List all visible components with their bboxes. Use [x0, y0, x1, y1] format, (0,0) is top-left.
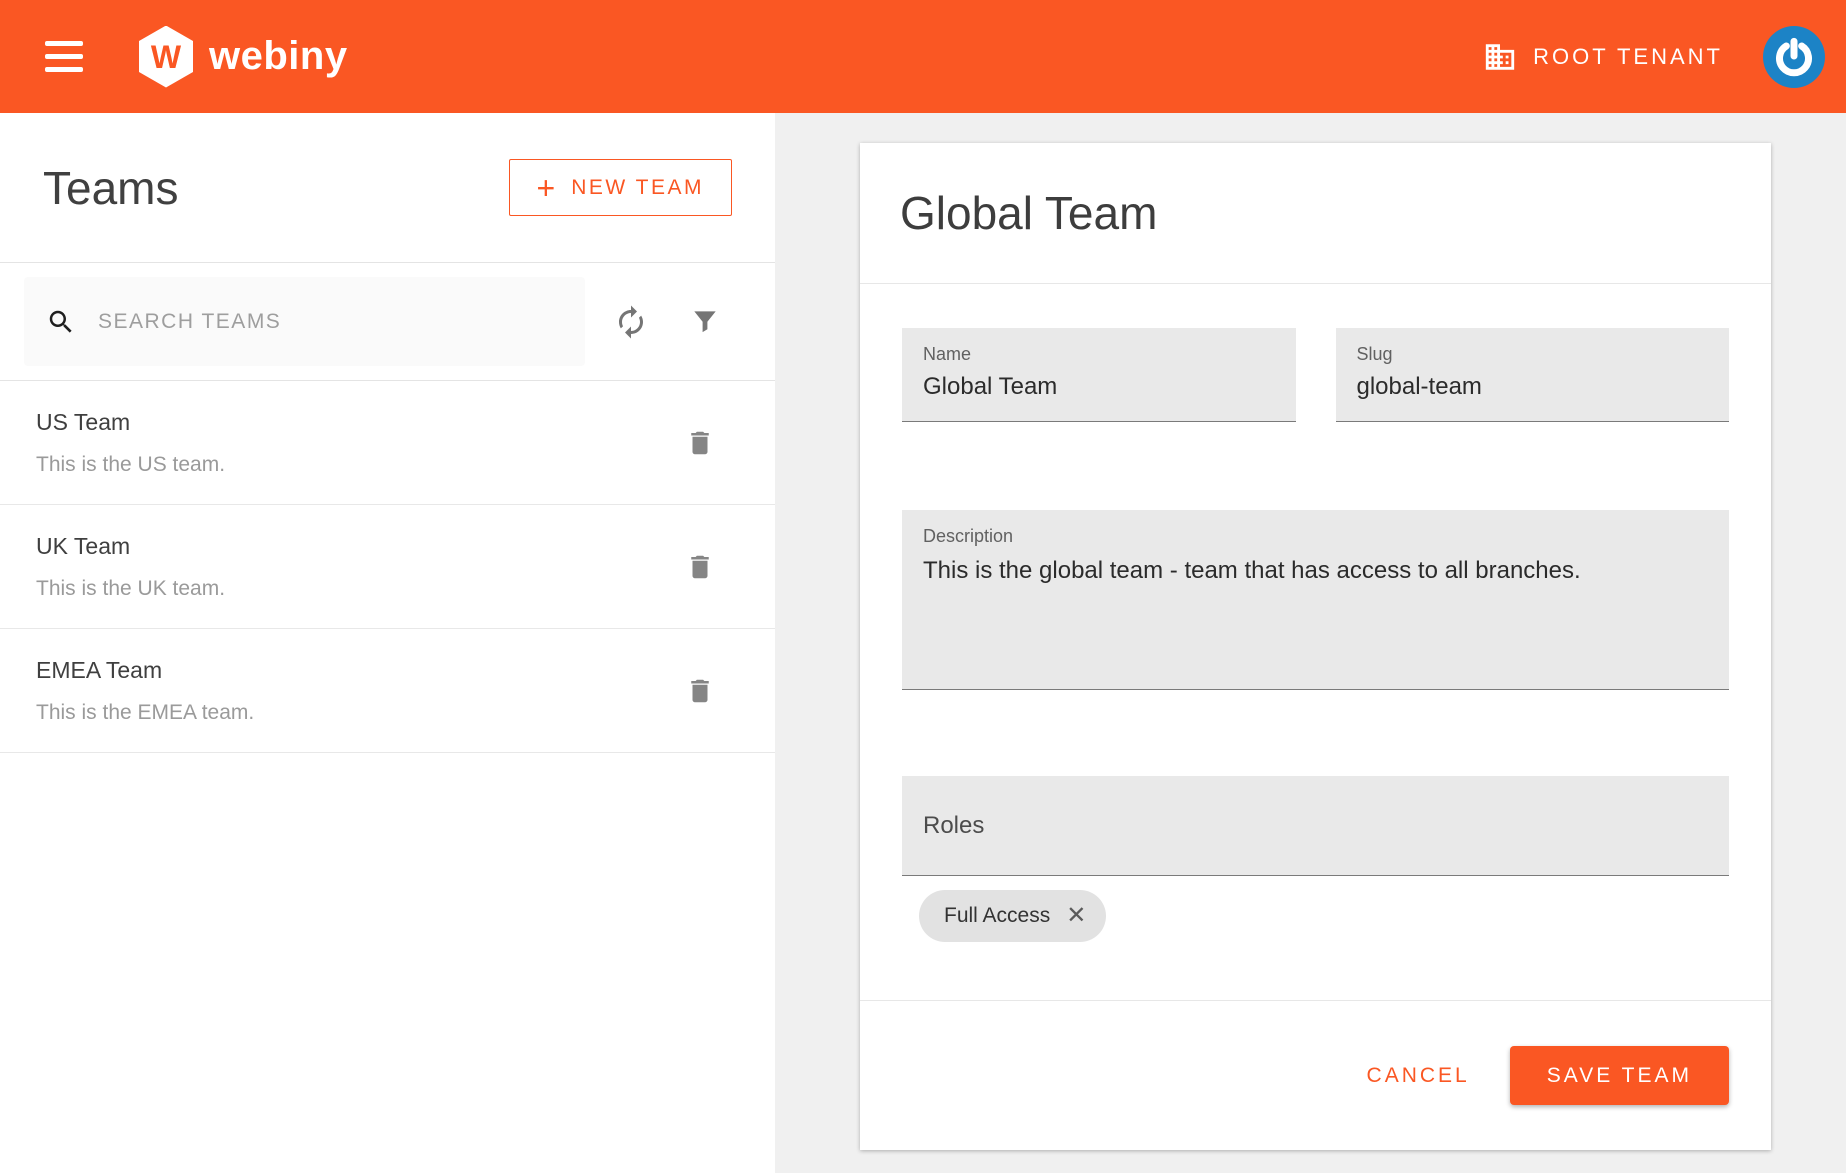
delete-team-button[interactable] [685, 550, 715, 584]
team-name: EMEA Team [36, 657, 254, 684]
search-icon [46, 307, 76, 337]
trash-icon [685, 550, 715, 584]
slug-field-label: Slug [1357, 344, 1709, 365]
refresh-button[interactable] [613, 304, 649, 340]
new-team-button[interactable]: + NEW TEAM [509, 159, 732, 216]
role-chip-full-access[interactable]: Full Access ✕ [919, 890, 1106, 942]
hamburger-menu-icon[interactable] [45, 41, 83, 72]
team-row-texts: EMEA Team This is the EMEA team. [36, 657, 254, 725]
content-area: Global Team Name Slug Description This i… [775, 113, 1846, 1173]
cancel-button[interactable]: CANCEL [1355, 1064, 1482, 1088]
team-row-texts: UK Team This is the UK team. [36, 533, 225, 601]
team-row-texts: US Team This is the US team. [36, 409, 225, 477]
team-name: UK Team [36, 533, 225, 560]
name-field-label: Name [923, 344, 1275, 365]
team-form-card: Global Team Name Slug Description This i… [860, 143, 1771, 1150]
app-root: W webiny ROOT TENANT Teams + NEW TEAM [0, 0, 1846, 1173]
trash-icon [685, 674, 715, 708]
webiny-hexagon-icon: W [139, 26, 193, 88]
refresh-icon [613, 304, 649, 340]
search-box [24, 277, 585, 366]
building-icon [1483, 40, 1517, 74]
name-slug-row: Name Slug [902, 328, 1729, 422]
team-row-emea[interactable]: EMEA Team This is the EMEA team. [0, 629, 775, 753]
brand-wordmark: webiny [209, 34, 348, 79]
team-description: This is the US team. [36, 453, 225, 477]
slug-field[interactable]: Slug [1336, 328, 1730, 422]
close-icon: ✕ [1066, 902, 1086, 929]
delete-team-button[interactable] [685, 674, 715, 708]
roles-field[interactable]: Roles [902, 776, 1729, 876]
filter-button[interactable] [689, 306, 721, 338]
description-field-label: Description [923, 526, 1708, 547]
team-description: This is the EMEA team. [36, 701, 254, 725]
form-footer: CANCEL SAVE TEAM [860, 1000, 1771, 1150]
webiny-logo[interactable]: W webiny [139, 26, 348, 88]
description-input[interactable]: This is the global team - team that has … [923, 557, 1708, 667]
remove-role-button[interactable]: ✕ [1066, 904, 1086, 928]
role-chip-label: Full Access [944, 904, 1050, 928]
tenant-label: ROOT TENANT [1533, 44, 1723, 70]
save-team-button[interactable]: SAVE TEAM [1510, 1046, 1729, 1105]
description-field[interactable]: Description This is the global team - te… [902, 510, 1729, 690]
search-toolbar [0, 263, 775, 381]
form-title: Global Team [900, 186, 1157, 240]
roles-field-label: Roles [923, 812, 984, 840]
logo-letter: W [151, 41, 181, 73]
teams-list-panel: Teams + NEW TEAM [0, 113, 775, 1173]
form-body: Name Slug Description This is the global… [860, 328, 1771, 942]
teams-panel-header: Teams + NEW TEAM [0, 113, 775, 263]
team-description: This is the UK team. [36, 577, 225, 601]
page-title: Teams [43, 161, 178, 215]
name-input[interactable] [923, 373, 1275, 401]
user-avatar[interactable] [1763, 26, 1825, 88]
search-input[interactable] [98, 310, 563, 334]
form-header: Global Team [860, 143, 1771, 284]
delete-team-button[interactable] [685, 426, 715, 460]
new-team-button-label: NEW TEAM [571, 176, 704, 200]
team-list: US Team This is the US team. UK Team Thi… [0, 381, 775, 753]
trash-icon [685, 426, 715, 460]
top-bar: W webiny ROOT TENANT [0, 0, 1846, 113]
plus-icon: + [537, 172, 556, 204]
name-field[interactable]: Name [902, 328, 1296, 422]
tenant-selector[interactable]: ROOT TENANT [1483, 40, 1723, 74]
team-name: US Team [36, 409, 225, 436]
team-row-uk[interactable]: UK Team This is the UK team. [0, 505, 775, 629]
slug-input[interactable] [1357, 373, 1709, 401]
gravatar-power-icon [1774, 37, 1814, 77]
team-row-us[interactable]: US Team This is the US team. [0, 381, 775, 505]
filter-icon [689, 306, 721, 338]
